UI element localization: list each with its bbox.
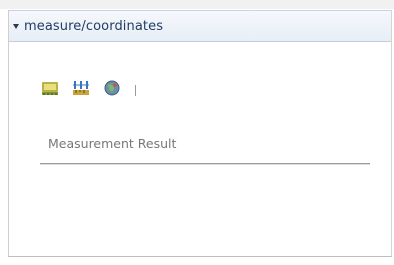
measurement-result-label: Measurement Result [48,136,177,151]
area-measure-button[interactable] [40,80,60,100]
area-measure-icon [41,80,59,100]
location-coordinates-button[interactable] [102,80,122,100]
measure-panel: measure/coordinates [8,10,392,257]
result-divider [40,163,370,165]
location-coordinates-icon [104,80,120,100]
distance-measure-icon [72,80,90,100]
toolbar-separator [135,84,136,96]
measure-toolbar [40,80,136,100]
top-strip [0,0,394,9]
expand-caret-icon[interactable] [13,24,19,29]
distance-measure-button[interactable] [71,80,91,100]
panel-header[interactable]: measure/coordinates [9,10,391,42]
panel-title: measure/coordinates [24,18,164,34]
measure-widget-root: measure/coordinates Measurement Result [0,0,394,265]
